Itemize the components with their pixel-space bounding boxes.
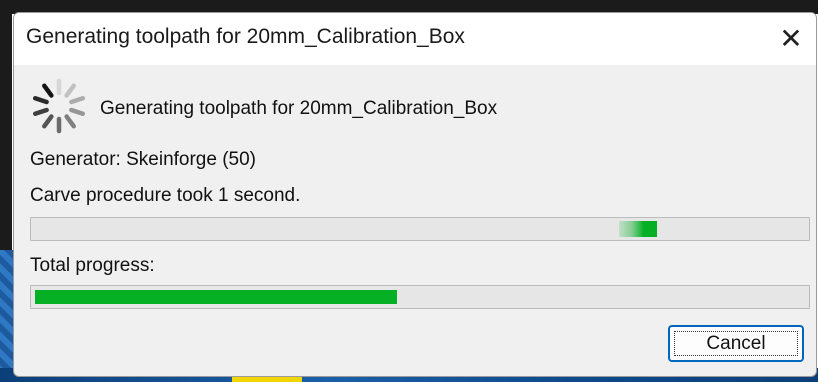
focus-ring	[674, 331, 798, 356]
spinner-spoke	[32, 96, 49, 105]
step-progress-bar	[30, 217, 810, 241]
spinner-spoke	[42, 114, 54, 129]
spinner-spoke	[32, 107, 49, 116]
close-icon: ✕	[779, 22, 803, 54]
title-bar[interactable]: Generating toolpath for 20mm_Calibration…	[14, 13, 816, 65]
generator-label: Generator: Skeinforge (50)	[30, 149, 257, 170]
spinner-icon	[32, 78, 86, 134]
spinner-spoke	[64, 114, 76, 129]
total-progress-fill	[35, 290, 397, 304]
spinner-spoke	[69, 107, 86, 116]
spinner-spoke	[42, 83, 54, 98]
spinner-spoke	[69, 96, 86, 105]
status-message: Generating toolpath for 20mm_Calibration…	[100, 98, 498, 119]
progress-dialog: Generating toolpath for 20mm_Calibration…	[13, 12, 817, 377]
step-progress-marquee	[619, 221, 657, 237]
step-status-label: Carve procedure took 1 second.	[30, 185, 301, 206]
close-button[interactable]: ✕	[768, 13, 814, 63]
spinner-spoke	[64, 83, 76, 98]
total-progress-label: Total progress:	[30, 255, 155, 276]
desktop-background-pattern	[0, 250, 14, 382]
cancel-button[interactable]: Cancel	[668, 325, 804, 362]
window-title: Generating toolpath for 20mm_Calibration…	[26, 25, 465, 48]
total-progress-bar	[30, 285, 810, 309]
